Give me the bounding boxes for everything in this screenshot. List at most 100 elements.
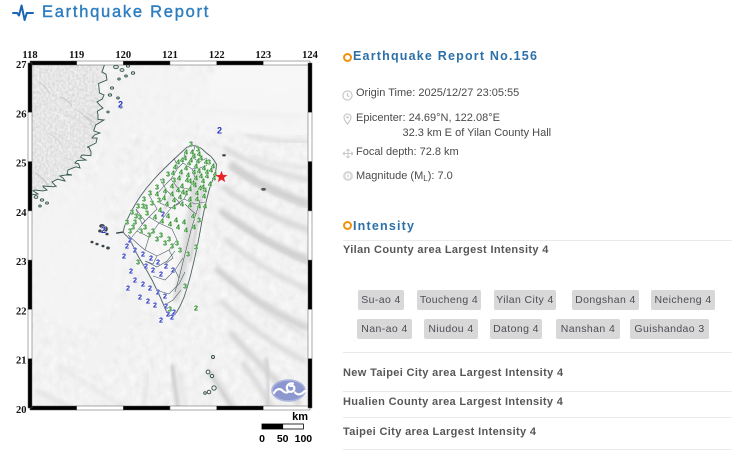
svg-text:3: 3	[143, 223, 147, 232]
svg-text:4: 4	[205, 168, 209, 177]
svg-text:4: 4	[197, 150, 201, 159]
svg-text:4: 4	[192, 223, 196, 232]
svg-text:4: 4	[180, 200, 184, 209]
svg-text:4: 4	[176, 186, 180, 195]
svg-text:26: 26	[16, 109, 27, 120]
svg-text:4: 4	[185, 176, 189, 185]
svg-text:0: 0	[259, 433, 265, 445]
svg-text:4: 4	[188, 201, 192, 210]
svg-text:4: 4	[168, 220, 172, 229]
svg-text:2: 2	[129, 267, 133, 276]
svg-text:3: 3	[161, 177, 165, 186]
svg-text:100: 100	[295, 433, 313, 445]
svg-text:4: 4	[155, 190, 159, 199]
svg-text:2: 2	[156, 288, 160, 297]
svg-text:119: 119	[69, 50, 84, 61]
svg-text:4: 4	[191, 212, 195, 221]
svg-text:123: 123	[255, 50, 271, 61]
svg-text:2: 2	[161, 210, 165, 219]
svg-text:3: 3	[166, 170, 170, 179]
svg-text:23: 23	[16, 257, 27, 268]
svg-text:3: 3	[136, 202, 140, 211]
svg-text:27: 27	[16, 60, 27, 71]
svg-text:2: 2	[159, 270, 163, 279]
svg-text:2: 2	[153, 301, 157, 310]
svg-text:4: 4	[177, 174, 181, 183]
svg-text:4: 4	[162, 194, 166, 203]
svg-text:3: 3	[136, 258, 140, 267]
svg-text:4: 4	[176, 158, 180, 167]
svg-text:4: 4	[174, 216, 178, 225]
svg-text:4: 4	[172, 196, 176, 205]
svg-text:3: 3	[194, 243, 198, 252]
svg-text:3: 3	[148, 189, 152, 198]
svg-text:121: 121	[162, 50, 178, 61]
svg-text:3: 3	[175, 239, 179, 248]
svg-text:124: 124	[302, 50, 319, 61]
svg-text:2: 2	[163, 292, 167, 301]
svg-text:2: 2	[149, 254, 153, 263]
svg-text:2: 2	[148, 284, 152, 293]
svg-text:20: 20	[16, 405, 27, 416]
svg-text:2: 2	[144, 262, 148, 271]
svg-text:2: 2	[122, 252, 126, 261]
svg-text:3: 3	[151, 227, 155, 236]
svg-text:4: 4	[171, 169, 175, 178]
svg-text:50: 50	[277, 433, 289, 445]
svg-text:4: 4	[181, 188, 185, 197]
svg-text:2: 2	[146, 297, 150, 306]
svg-text:2: 2	[133, 276, 137, 285]
svg-text:3: 3	[138, 213, 142, 222]
svg-text:3: 3	[159, 231, 163, 240]
svg-text:4: 4	[192, 168, 196, 177]
svg-text:4: 4	[195, 195, 199, 204]
svg-text:4: 4	[204, 158, 208, 167]
svg-text:2: 2	[118, 100, 123, 110]
svg-text:4: 4	[153, 213, 157, 222]
svg-text:4: 4	[183, 154, 187, 163]
svg-text:2: 2	[126, 284, 130, 293]
svg-text:4: 4	[193, 181, 197, 190]
svg-text:2: 2	[133, 246, 137, 255]
svg-text:4: 4	[166, 212, 170, 221]
svg-text:2: 2	[101, 225, 106, 235]
svg-text:4: 4	[203, 202, 207, 211]
svg-text:4: 4	[190, 148, 194, 157]
svg-text:3: 3	[183, 282, 187, 291]
svg-text:4: 4	[211, 162, 215, 171]
svg-text:4: 4	[170, 182, 174, 191]
svg-text:2: 2	[151, 266, 155, 275]
svg-text:km: km	[292, 411, 308, 423]
svg-text:2: 2	[138, 293, 142, 302]
svg-text:4: 4	[189, 156, 193, 165]
svg-text:120: 120	[115, 50, 131, 61]
svg-text:4: 4	[201, 183, 205, 192]
svg-text:2: 2	[170, 313, 174, 322]
svg-text:3: 3	[197, 216, 201, 225]
svg-text:2: 2	[164, 262, 168, 271]
svg-text:3: 3	[125, 218, 129, 227]
svg-text:2: 2	[125, 242, 129, 251]
svg-text:25: 25	[16, 159, 27, 170]
svg-text:2: 2	[194, 304, 198, 313]
svg-text:3: 3	[141, 202, 145, 211]
svg-text:122: 122	[209, 50, 225, 61]
svg-text:2: 2	[141, 250, 145, 259]
svg-text:3: 3	[150, 199, 154, 208]
svg-text:4: 4	[182, 218, 186, 227]
svg-text:4: 4	[184, 226, 188, 235]
svg-text:2: 2	[217, 126, 222, 136]
svg-text:3: 3	[186, 250, 190, 259]
svg-text:2: 2	[156, 258, 160, 267]
svg-text:2: 2	[159, 316, 163, 325]
svg-text:21: 21	[16, 356, 27, 367]
svg-text:2: 2	[171, 266, 175, 275]
svg-text:4: 4	[199, 172, 203, 181]
svg-text:2: 2	[141, 280, 145, 289]
svg-text:24: 24	[16, 208, 27, 219]
svg-text:3: 3	[167, 235, 171, 244]
svg-text:4: 4	[212, 174, 216, 183]
svg-text:4: 4	[184, 164, 188, 173]
svg-text:3: 3	[134, 212, 138, 221]
svg-text:22: 22	[16, 306, 27, 317]
